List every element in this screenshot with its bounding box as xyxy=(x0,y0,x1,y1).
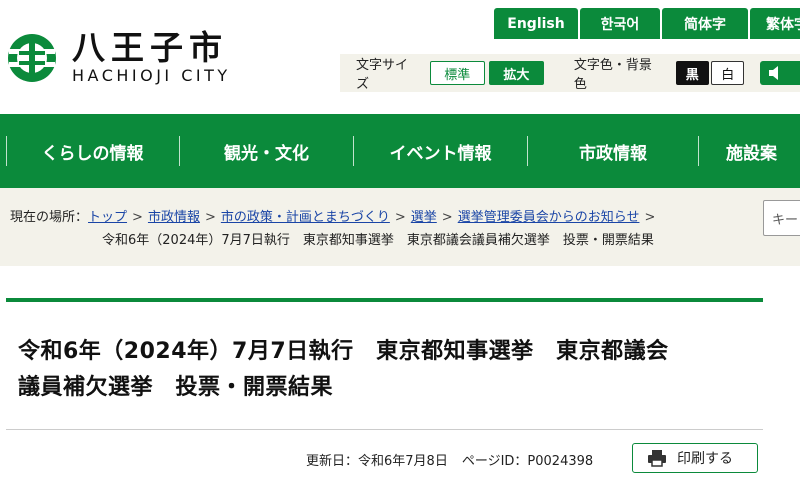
global-nav: くらしの情報 観光・文化 イベント情報 市政情報 施設案 xyxy=(0,114,800,188)
breadcrumb-area: 現在の場所：トップ > 市政情報 > 市の政策・計画とまちづくり > 選挙 > 選挙管理委員会か… xyxy=(0,188,800,266)
nav-item-facilities[interactable]: 施設案 xyxy=(726,114,800,188)
lang-traditional-chinese-button[interactable]: 繁体字 xyxy=(750,8,800,39)
page-title-line2: 議員補欠選挙 投票・開票結果 xyxy=(18,375,334,400)
nav-item-events[interactable]: イベント情報 xyxy=(354,114,527,188)
lang-simplified-chinese-button[interactable]: 简体字 xyxy=(662,8,748,39)
site-name-en: HACHIOJI CITY xyxy=(72,66,231,85)
page-id: ページID：P0024398 xyxy=(461,454,594,469)
site-name-jp: 八王子市 xyxy=(72,28,228,67)
site-logo[interactable]: 八王子市 HACHIOJI CITY xyxy=(6,30,231,86)
breadcrumb-current: 令和6年（2024年）7月7日執行 東京都知事選挙 東京都議会議員補欠選挙 投票… xyxy=(102,233,654,248)
page-title: 令和6年（2024年）7月7日執行 東京都知事選挙 東京都議会 議員補欠選挙 投… xyxy=(18,334,763,406)
breadcrumb: 現在の場所：トップ > 市政情報 > 市の政策・計画とまちづくり > 選挙 > 選挙管理委員会か… xyxy=(10,206,750,252)
search-input[interactable]: キー xyxy=(763,200,800,236)
lang-english-button[interactable]: English xyxy=(494,8,578,39)
print-label: 印刷する xyxy=(677,451,733,467)
page-meta: 更新日：令和6年7月8日 ページID：P0024398 xyxy=(306,450,593,469)
site-header: 八王子市 HACHIOJI CITY English 한국어 简体字 繁体字 文… xyxy=(0,0,800,114)
speaker-icon xyxy=(769,66,779,80)
color-white-button[interactable]: 白 xyxy=(710,61,745,85)
breadcrumb-separator: > xyxy=(644,210,656,225)
read-aloud-button[interactable] xyxy=(760,61,800,85)
accessibility-tools: 文字サイズ 標準 拡大 文字色・背景色 黒 白 xyxy=(340,54,800,92)
breadcrumb-link-city-info[interactable]: 市政情報 xyxy=(148,210,200,225)
print-button[interactable]: 印刷する xyxy=(632,443,758,473)
breadcrumb-link-policy[interactable]: 市の政策・計画とまちづくり xyxy=(221,210,390,225)
breadcrumb-separator: > xyxy=(132,210,143,225)
breadcrumb-link-top[interactable]: トップ xyxy=(88,210,127,225)
text-size-large-button[interactable]: 拡大 xyxy=(488,61,544,85)
breadcrumb-separator: > xyxy=(204,210,216,225)
nav-divider xyxy=(698,136,699,166)
color-scheme-label: 文字色・背景色 xyxy=(573,58,652,92)
updated-date: 更新日：令和6年7月8日 xyxy=(306,454,448,469)
title-divider xyxy=(6,429,763,430)
breadcrumb-link-election-committee[interactable]: 選挙管理委員会からのお知らせ xyxy=(458,210,640,225)
nav-item-living[interactable]: くらしの情報 xyxy=(6,114,179,188)
breadcrumb-link-election[interactable]: 選挙 xyxy=(411,210,437,225)
nav-item-city-info[interactable]: 市政情報 xyxy=(528,114,698,188)
text-size-standard-button[interactable]: 標準 xyxy=(429,61,485,85)
lang-korean-button[interactable]: 한국어 xyxy=(580,8,660,39)
breadcrumb-label: 現在の場所： xyxy=(10,210,89,225)
printer-icon xyxy=(648,450,666,467)
color-black-button[interactable]: 黒 xyxy=(675,61,709,85)
hachioji-emblem-icon xyxy=(8,34,56,82)
breadcrumb-separator: > xyxy=(441,210,453,225)
breadcrumb-separator: > xyxy=(394,210,406,225)
nav-item-tourism[interactable]: 観光・文化 xyxy=(180,114,353,188)
title-top-rule xyxy=(6,298,763,302)
language-menu: English 한국어 简体字 繁体字 xyxy=(494,8,800,39)
text-size-label: 文字サイズ xyxy=(356,58,409,92)
page-title-line1: 令和6年（2024年）7月7日執行 東京都知事選挙 東京都議会 xyxy=(18,339,669,364)
